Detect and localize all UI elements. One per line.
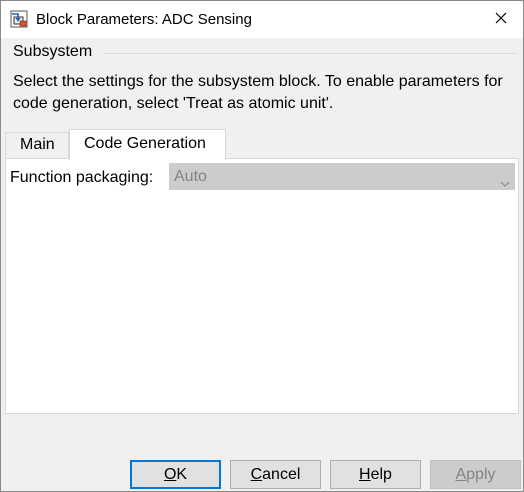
simulink-block-icon — [10, 10, 28, 28]
function-packaging-select[interactable]: Auto — [169, 163, 515, 190]
help-label-rest: elp — [370, 465, 392, 483]
cancel-mnemonic: C — [250, 465, 263, 483]
group-divider — [104, 53, 518, 54]
close-icon — [495, 11, 507, 28]
chevron-down-icon — [500, 174, 510, 187]
function-packaging-value: Auto — [174, 168, 207, 185]
ok-button[interactable]: OK — [130, 460, 221, 489]
code-generation-panel: Function packaging: Auto — [5, 158, 519, 414]
help-mnemonic: H — [359, 465, 371, 483]
tab-main[interactable]: Main — [5, 132, 69, 159]
cancel-label-rest: ancel — [262, 465, 301, 483]
apply-button[interactable]: Apply — [430, 460, 521, 489]
tab-code-generation[interactable]: Code Generation — [69, 129, 226, 160]
ok-label-rest: K — [176, 465, 188, 483]
group-title: Subsystem — [13, 43, 93, 60]
apply-label-rest: pply — [466, 465, 496, 483]
subsystem-description: Select the settings for the subsystem bl… — [13, 73, 503, 112]
help-button[interactable]: Help — [330, 460, 421, 489]
window-title: Block Parameters: ADC Sensing — [36, 11, 252, 28]
cancel-button[interactable]: Cancel — [230, 460, 321, 489]
close-button[interactable] — [479, 1, 523, 38]
title-bar[interactable]: Block Parameters: ADC Sensing — [1, 1, 523, 38]
function-packaging-label: Function packaging: — [10, 169, 154, 186]
apply-mnemonic: A — [455, 465, 467, 483]
ok-mnemonic: O — [163, 465, 177, 483]
dialog-window: Block Parameters: ADC Sensing Subsystem … — [0, 0, 524, 492]
